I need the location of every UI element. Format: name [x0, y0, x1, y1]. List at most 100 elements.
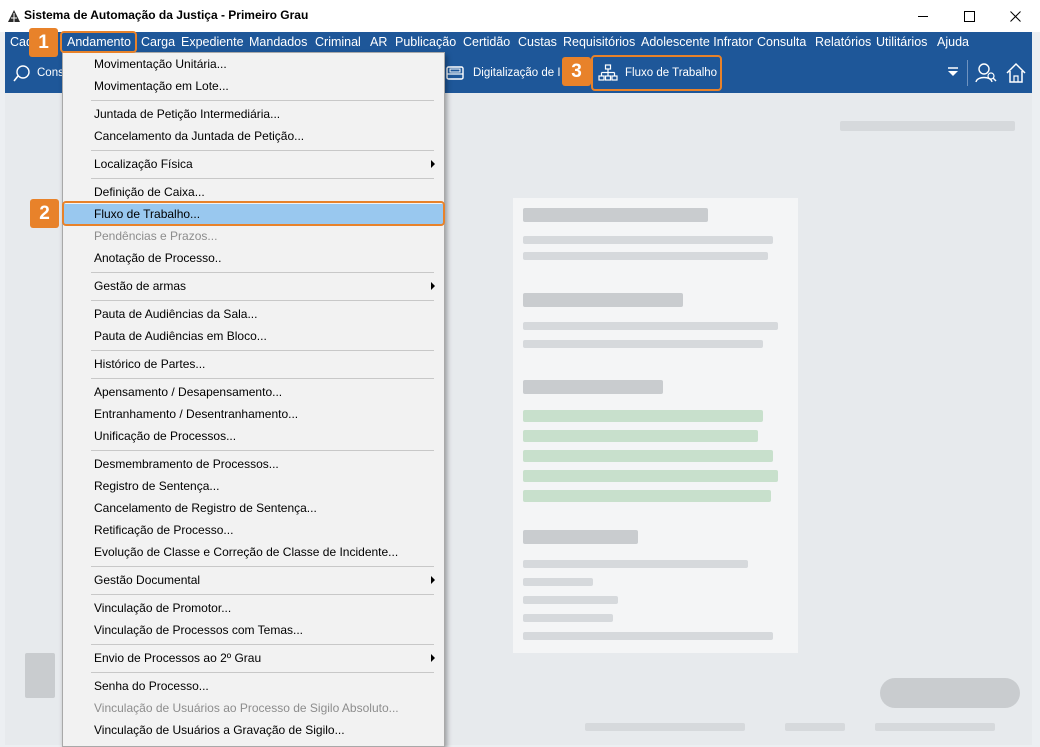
- menu-separator: [91, 150, 434, 151]
- blurred-footer-text: [585, 723, 745, 731]
- menu-publicacao[interactable]: Publicação: [395, 32, 456, 53]
- window-title: Sistema de Automação da Justiça - Primei…: [24, 8, 309, 22]
- app-logo-icon: [8, 10, 20, 22]
- menu-expediente[interactable]: Expediente: [181, 32, 244, 53]
- menu-separator: [91, 350, 434, 351]
- chevron-down-icon: [948, 67, 958, 76]
- menu-separator: [91, 100, 434, 101]
- blurred-text-line: [523, 596, 618, 604]
- blurred-logo-right: [880, 678, 1020, 708]
- menu-custas[interactable]: Custas: [518, 32, 557, 53]
- home-button[interactable]: [1005, 62, 1027, 87]
- menu-item-movimentacao-unitaria[interactable]: Movimentação Unitária...: [63, 54, 444, 75]
- blurred-text-line: [523, 236, 773, 244]
- menu-separator: [91, 644, 434, 645]
- menu-mandados[interactable]: Mandados: [249, 32, 307, 53]
- menu-separator: [91, 178, 434, 179]
- callout-fluxo-toolbar-highlight: [591, 55, 722, 91]
- menu-item-movimentacao-em-lote[interactable]: Movimentação em Lote...: [63, 76, 444, 97]
- menu-item-gestao-de-armas[interactable]: Gestão de armas: [63, 276, 444, 297]
- digitalizacao-button[interactable]: Digitalização de I: [445, 61, 561, 85]
- menu-item-envio-processos-2-grau[interactable]: Envio de Processos ao 2º Grau: [63, 648, 444, 669]
- menu-item-evolucao-de-classe[interactable]: Evolução de Classe e Correção de Classe …: [63, 542, 444, 563]
- blurred-list-item: [523, 470, 778, 482]
- blurred-logo-left: [25, 653, 55, 698]
- menu-ajuda[interactable]: Ajuda: [937, 32, 969, 53]
- submenu-arrow-icon: [431, 654, 435, 662]
- step-2-badge: 2: [30, 199, 59, 228]
- menu-separator: [91, 378, 434, 379]
- blurred-text-line: [523, 614, 613, 622]
- user-button[interactable]: [975, 62, 997, 87]
- menu-item-cancelamento-registro-sentenca[interactable]: Cancelamento de Registro de Sentença...: [63, 498, 444, 519]
- menu-separator: [91, 594, 434, 595]
- menu-adolescente-infrator[interactable]: Adolescente Infrator: [641, 32, 753, 53]
- menu-criminal[interactable]: Criminal: [315, 32, 361, 53]
- user-search-icon: [975, 63, 997, 83]
- menu-item-pauta-audiencias-bloco[interactable]: Pauta de Audiências em Bloco...: [63, 326, 444, 347]
- menu-ar[interactable]: AR: [370, 32, 387, 53]
- menu-separator: [91, 272, 434, 273]
- menu-consulta[interactable]: Consulta: [757, 32, 806, 53]
- menu-item-juntada-de-peticao[interactable]: Juntada de Petição Intermediária...: [63, 104, 444, 125]
- blurred-text-line: [523, 340, 763, 348]
- blurred-text-line: [523, 578, 593, 586]
- blurred-header-link: [840, 121, 1015, 131]
- menu-relatorios[interactable]: Relatórios: [815, 32, 871, 53]
- maximize-button[interactable]: [946, 0, 992, 32]
- title-bar: Sistema de Automação da Justiça - Primei…: [0, 0, 1040, 32]
- dropdown-arrow-button[interactable]: [947, 66, 959, 81]
- blurred-list-item: [523, 450, 773, 462]
- submenu-arrow-icon: [431, 160, 435, 168]
- menu-item-vinculacao-usuarios-sigilo-absoluto: Vinculação de Usuários ao Processo de Si…: [94, 701, 399, 715]
- menu-item-apensamento[interactable]: Apensamento / Desapensamento...: [63, 382, 444, 403]
- blurred-heading: [523, 208, 708, 222]
- menu-item-gestao-documental[interactable]: Gestão Documental: [63, 570, 444, 591]
- blurred-footer-text: [875, 723, 995, 731]
- blurred-footer-text: [785, 723, 845, 731]
- menu-item-entranhamento[interactable]: Entranhamento / Desentranhamento...: [63, 404, 444, 425]
- step-3-badge: 3: [562, 57, 591, 86]
- menu-item-vinculacao-processos-temas[interactable]: Vinculação de Processos com Temas...: [63, 620, 444, 641]
- close-button[interactable]: [992, 0, 1038, 32]
- blurred-text-line: [523, 322, 778, 330]
- search-user-icon: [13, 65, 30, 82]
- blurred-heading: [523, 293, 683, 307]
- blurred-text-line: [523, 632, 773, 640]
- menu-bar: Cad Andamento Carga Expediente Mandados …: [5, 32, 1032, 53]
- home-icon: [1006, 62, 1026, 83]
- menu-certidao[interactable]: Certidão: [463, 32, 510, 53]
- andamento-dropdown-menu: Movimentação Unitária... Movimentação em…: [62, 52, 445, 747]
- menu-item-vinculacao-usuarios-gravacao-sigilo[interactable]: Vinculação de Usuários a Gravação de Sig…: [63, 720, 444, 741]
- menu-item-unificacao-de-processos[interactable]: Unificação de Processos...: [63, 426, 444, 447]
- menu-item-localizacao-fisica[interactable]: Localização Física: [63, 154, 444, 175]
- blurred-text-line: [523, 560, 748, 568]
- callout-fluxo-menu-highlight: [62, 201, 445, 226]
- blurred-info-panel: [513, 198, 798, 653]
- menu-item-retificacao-de-processo[interactable]: Retificação de Processo...: [63, 520, 444, 541]
- submenu-arrow-icon: [431, 576, 435, 584]
- menu-item-registro-de-sentenca[interactable]: Registro de Sentença...: [63, 476, 444, 497]
- menu-separator: [91, 566, 434, 567]
- menu-item-definicao-de-caixa[interactable]: Definição de Caixa...: [63, 182, 444, 203]
- submenu-arrow-icon: [431, 282, 435, 290]
- scanner-icon: [446, 66, 464, 80]
- menu-separator: [91, 300, 434, 301]
- menu-item-cancelamento-juntada[interactable]: Cancelamento da Juntada de Petição...: [63, 126, 444, 147]
- minimize-button[interactable]: [900, 0, 946, 32]
- menu-utilitarios[interactable]: Utilitários: [876, 32, 927, 53]
- minimize-icon: [918, 15, 928, 17]
- menu-item-anotacao-de-processo[interactable]: Anotação de Processo..: [63, 248, 444, 269]
- menu-item-vinculacao-de-promotor[interactable]: Vinculação de Promotor...: [63, 598, 444, 619]
- menu-separator: [91, 450, 434, 451]
- menu-requisitorios[interactable]: Requisitórios: [563, 32, 635, 53]
- menu-item-pauta-audiencias-sala[interactable]: Pauta de Audiências da Sala...: [63, 304, 444, 325]
- consultar-button[interactable]: Cons: [13, 61, 65, 85]
- menu-separator: [91, 672, 434, 673]
- menu-carga[interactable]: Carga: [141, 32, 175, 53]
- close-icon: [1009, 10, 1021, 22]
- menu-item-historico-de-partes[interactable]: Histórico de Partes...: [63, 354, 444, 375]
- blurred-heading: [523, 530, 638, 544]
- menu-item-desmembramento[interactable]: Desmembramento de Processos...: [63, 454, 444, 475]
- menu-item-senha-do-processo[interactable]: Senha do Processo...: [63, 676, 444, 697]
